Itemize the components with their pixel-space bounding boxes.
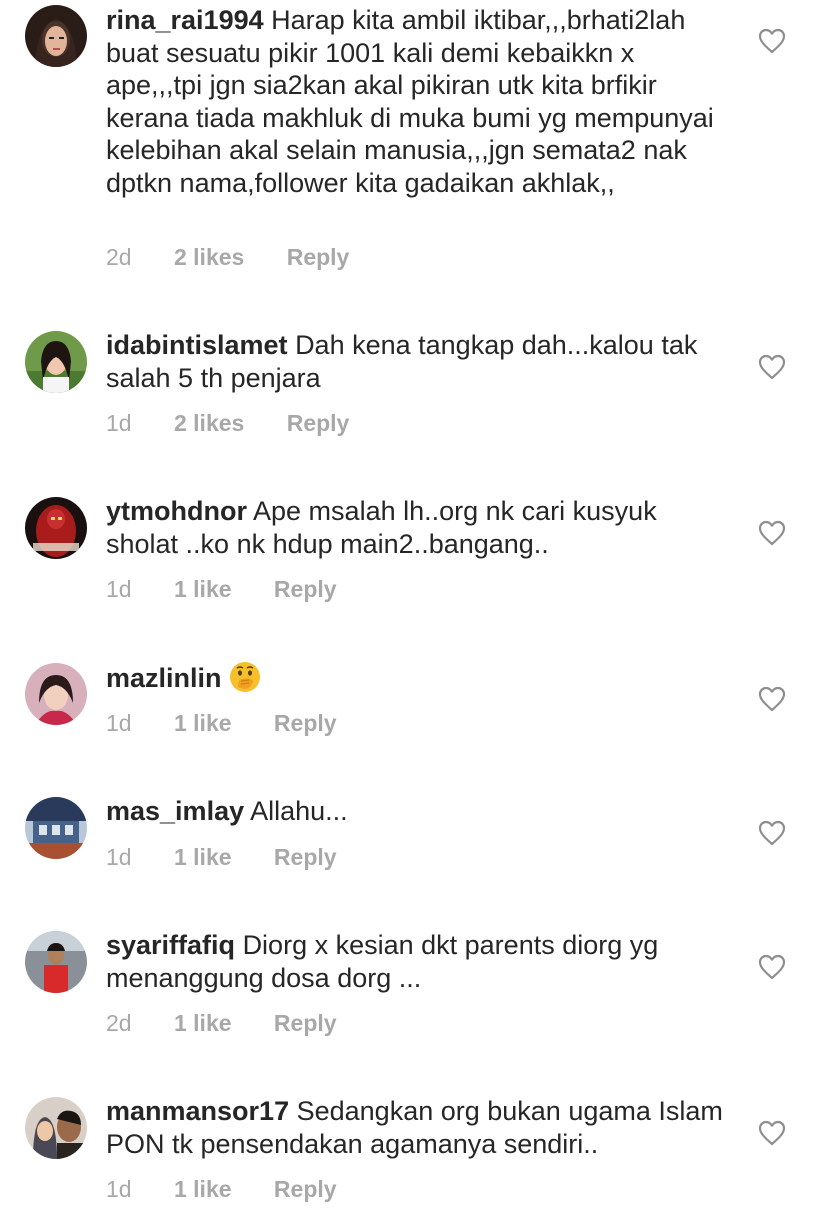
comment-time: 1d [106,576,132,602]
comment-likes[interactable]: 1 like [174,844,232,870]
heart-outline-icon[interactable] [758,954,786,980]
heart-outline-icon[interactable] [758,354,786,380]
comment-meta: 2d 1 like Reply [106,1010,373,1037]
comment-meta: 1d 2 likes Reply [106,410,385,437]
avatar[interactable] [25,1097,87,1159]
heart-outline-icon[interactable] [758,28,786,54]
comment-meta: 1d 1 like Reply [106,710,373,737]
reply-button[interactable]: Reply [274,1176,337,1202]
comment-text: mas_imlay Allahu... [106,795,726,828]
comment-meta: 2d 2 likes Reply [106,244,385,271]
comment-meta: 1d 1 like Reply [106,1176,373,1203]
comment-time: 1d [106,1176,132,1202]
heart-outline-icon[interactable] [758,1120,786,1146]
comment-likes[interactable]: 2 likes [174,244,244,270]
avatar[interactable] [25,663,87,725]
comment-message: Allahu... [250,796,348,826]
comment-meta: 1d 1 like Reply [106,844,373,871]
heart-outline-icon[interactable] [758,686,786,712]
comment-username[interactable]: ytmohdnor [106,496,247,526]
comment-likes[interactable]: 1 like [174,1010,232,1036]
comment-likes[interactable]: 1 like [174,576,232,602]
comment-text: idabintislamet Dah kena tangkap dah...ka… [106,329,726,394]
avatar[interactable] [25,497,87,559]
comment-text: ytmohdnor Ape msalah lh..org nk cari kus… [106,495,726,560]
comment-text: rina_rai1994 Harap kita ambil iktibar,,,… [106,4,726,199]
reply-button[interactable]: Reply [274,576,337,602]
comment-text: manmansor17 Sedangkan org bukan ugama Is… [106,1095,726,1160]
comment-username[interactable]: rina_rai1994 [106,5,264,35]
avatar[interactable] [25,331,87,393]
comment-likes[interactable]: 1 like [174,710,232,736]
comment-time: 2d [106,244,132,270]
comment-username[interactable]: mas_imlay [106,796,244,826]
reply-button[interactable]: Reply [274,1010,337,1036]
reply-button[interactable]: Reply [287,410,350,436]
reply-button[interactable]: Reply [274,710,337,736]
comment-meta: 1d 1 like Reply [106,576,373,603]
comment-time: 1d [106,844,132,870]
comment-likes[interactable]: 1 like [174,1176,232,1202]
comment-text: syariffafiq Diorg x kesian dkt parents d… [106,929,726,994]
comment-username[interactable]: syariffafiq [106,930,235,960]
comment-username[interactable]: idabintislamet [106,330,288,360]
avatar[interactable] [25,797,87,859]
avatar[interactable] [25,5,87,67]
heart-outline-icon[interactable] [758,820,786,846]
comment-time: 1d [106,410,132,436]
heart-outline-icon[interactable] [758,520,786,546]
comment-username[interactable]: mazlinlin [106,663,222,693]
comment-text: mazlinlin [106,661,726,695]
reply-button[interactable]: Reply [274,844,337,870]
comment-time: 2d [106,1010,132,1036]
reply-button[interactable]: Reply [287,244,350,270]
face-with-hand-over-mouth-icon [229,661,261,693]
comment-time: 1d [106,710,132,736]
comment-likes[interactable]: 2 likes [174,410,244,436]
comment-username[interactable]: manmansor17 [106,1096,289,1126]
avatar[interactable] [25,931,87,993]
